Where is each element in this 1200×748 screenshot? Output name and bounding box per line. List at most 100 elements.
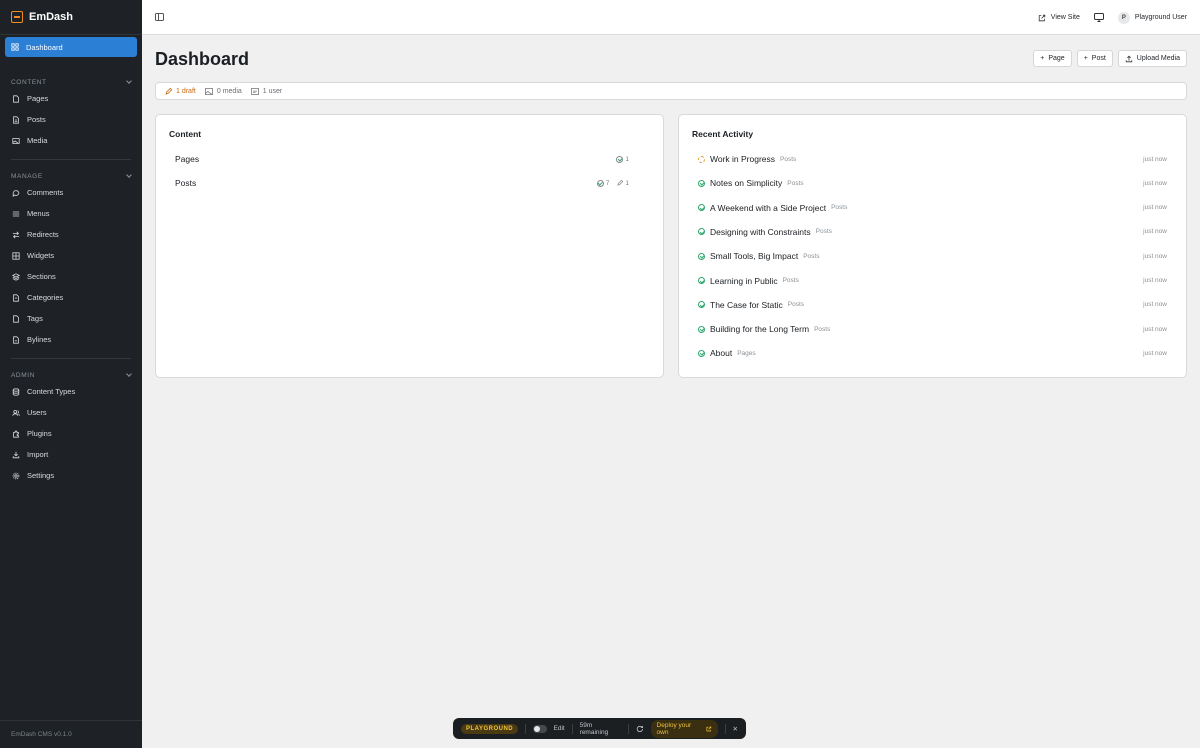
activity-type: Posts — [831, 204, 848, 212]
section-header-manage[interactable]: MANAGE — [0, 170, 142, 182]
external-link-icon — [1038, 14, 1045, 21]
external-link-icon — [706, 726, 712, 731]
activity-type: Posts — [815, 228, 832, 236]
divider — [627, 723, 629, 734]
count-value: 1 — [625, 155, 629, 163]
sidebar-item-categories[interactable]: Categories — [0, 287, 142, 308]
content-card: Content Pages 1 Posts 7 1 — [155, 114, 664, 378]
sidebar-item-plugins[interactable]: Plugins — [0, 423, 142, 444]
activity-item[interactable]: Small Tools, Big Impact Posts just now — [698, 249, 1167, 263]
byline-icon — [12, 335, 20, 344]
sidebar-item-users[interactable]: Users — [0, 402, 142, 423]
published-count: 1 — [616, 155, 629, 163]
sidebar-toggle-icon[interactable] — [155, 13, 164, 21]
sidebar-item-pages[interactable]: Pages — [0, 88, 142, 109]
tag-icon — [12, 314, 20, 323]
sidebar-item-redirects[interactable]: Redirects — [0, 224, 142, 245]
activity-item[interactable]: A Weekend with a Side Project Posts just n… — [698, 201, 1167, 215]
activity-item[interactable]: Notes on Simplicity Posts just now — [698, 176, 1167, 190]
plus-icon: + — [1040, 55, 1045, 62]
activity-title: Work in Progress — [710, 154, 776, 164]
sidebar-item-tags[interactable]: Tags — [0, 308, 142, 329]
refresh-icon[interactable] — [636, 725, 644, 733]
sidebar-item-dashboard[interactable]: Dashboard — [5, 37, 137, 57]
published-status-icon — [698, 325, 705, 333]
page-icon — [12, 94, 20, 103]
sidebar-item-media[interactable]: Media — [0, 130, 142, 151]
comment-icon — [12, 189, 20, 197]
sidebar-item-label: Import — [27, 450, 49, 459]
sidebar-item-settings[interactable]: Settings — [0, 465, 142, 486]
button-label: Page — [1048, 55, 1065, 62]
activity-item[interactable]: The Case for Static Posts just now — [698, 298, 1167, 312]
content-row-label: Pages — [175, 154, 200, 164]
activity-item-main: Notes on Simplicity Posts — [698, 178, 804, 188]
activity-item[interactable]: About Pages just now — [698, 346, 1167, 360]
edit-toggle[interactable] — [533, 724, 547, 733]
sidebar-item-label: Menus — [27, 209, 50, 218]
sidebar-item-menus[interactable]: Menus — [0, 203, 142, 224]
database-icon — [12, 387, 20, 396]
activity-time: just now — [1143, 301, 1167, 309]
activity-item[interactable]: Learning in Public Posts just now — [698, 274, 1167, 288]
activity-item[interactable]: Designing with Constraints Posts just now — [698, 225, 1167, 239]
media-stat[interactable]: 0 media — [204, 87, 242, 95]
upload-media-button[interactable]: Upload Media — [1117, 50, 1187, 67]
sidebar-item-label: Sections — [27, 272, 56, 281]
new-page-button[interactable]: + Page — [1033, 50, 1072, 67]
stat-label: 1 user — [262, 87, 283, 95]
sidebar-item-bylines[interactable]: Bylines — [0, 329, 142, 350]
activity-type: Posts — [780, 155, 797, 163]
close-icon[interactable]: ✕ — [733, 725, 738, 733]
menu-icon — [12, 210, 20, 218]
preview-monitor-icon[interactable] — [1093, 13, 1104, 22]
button-label: Post — [1091, 55, 1106, 62]
activity-type: Posts — [787, 301, 805, 309]
brand-name: EmDash — [29, 11, 74, 23]
published-status-icon — [698, 277, 705, 284]
upload-icon — [1125, 55, 1132, 62]
published-status-icon — [698, 252, 705, 260]
sidebar-item-content-types[interactable]: Content Types — [0, 381, 142, 402]
sidebar-nav: Dashboard CONTENT Pages Posts Media MANA… — [0, 36, 142, 486]
section-header-content[interactable]: CONTENT — [0, 76, 142, 88]
sidebar-item-label: Settings — [27, 471, 55, 480]
content-row-posts[interactable]: Posts 7 1 — [175, 176, 629, 190]
drafts-stat[interactable]: 1 draft — [165, 87, 196, 95]
content-row-pages[interactable]: Pages 1 — [175, 152, 629, 166]
activity-time: just now — [1143, 277, 1167, 284]
emdash-logo-icon — [11, 11, 23, 23]
post-icon — [12, 115, 20, 124]
playground-badge: PLAYGROUND — [461, 723, 519, 734]
users-stat[interactable]: 1 user — [250, 87, 283, 95]
sidebar-item-comments[interactable]: Comments — [0, 182, 142, 203]
activity-time: just now — [1143, 204, 1167, 212]
sidebar-item-import[interactable]: Import — [0, 444, 142, 465]
sidebar-item-posts[interactable]: Posts — [0, 109, 142, 130]
section-header-admin[interactable]: ADMIN — [0, 369, 142, 381]
draft-count: 1 — [617, 180, 629, 187]
grid-icon — [11, 43, 19, 51]
plus-icon: + — [1083, 55, 1088, 62]
sidebar-item-label: Comments — [27, 188, 64, 197]
stat-label: 1 draft — [176, 87, 196, 95]
user-name: Playground User — [1134, 14, 1187, 21]
brand[interactable]: EmDash — [0, 0, 142, 35]
published-count: 7 — [596, 179, 609, 187]
folder-icon — [12, 293, 20, 302]
activity-item[interactable]: Building for the Long Term Posts just now — [698, 322, 1167, 336]
deploy-button[interactable]: Deploy your own — [650, 719, 718, 738]
published-status-icon — [698, 349, 705, 357]
sidebar-item-widgets[interactable]: Widgets — [0, 245, 142, 266]
activity-title: Small Tools, Big Impact — [710, 251, 799, 262]
user-menu[interactable]: P Playground User — [1117, 11, 1187, 24]
import-icon — [12, 451, 20, 459]
users-icon — [12, 409, 20, 417]
new-post-button[interactable]: + Post — [1076, 50, 1113, 67]
activity-item-main: Work in Progress Posts — [698, 154, 796, 164]
activity-item[interactable]: Work in Progress Posts just now — [698, 152, 1167, 166]
view-site-link[interactable]: View Site — [1038, 14, 1080, 22]
sidebar-item-sections[interactable]: Sections — [0, 266, 142, 287]
topbar: View Site P Playground User — [142, 0, 1200, 35]
check-circle-icon — [616, 155, 624, 163]
